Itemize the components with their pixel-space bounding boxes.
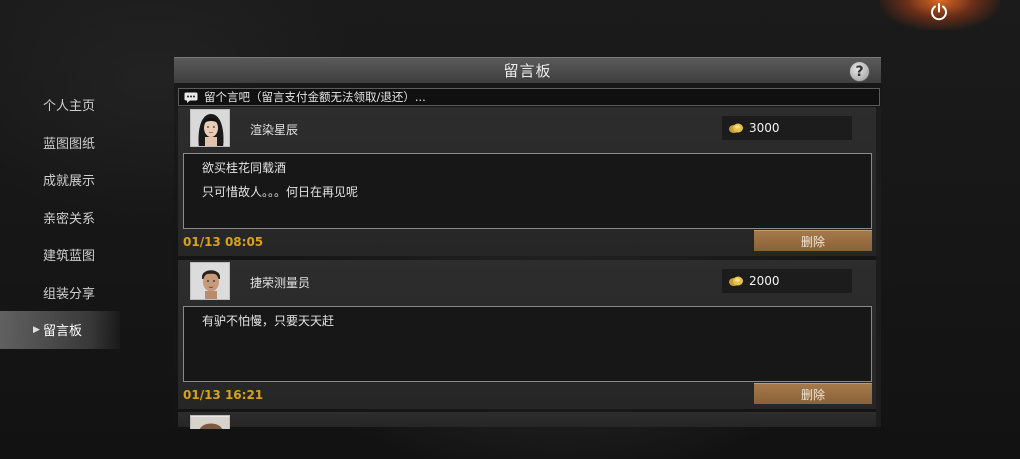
gold-coin-icon [729, 123, 743, 133]
sidebar-item-label: 组装分享 [43, 286, 96, 302]
panel-header: 留言板 ? [174, 57, 881, 83]
sidebar-item-blueprints[interactable]: 蓝图图纸 [0, 124, 120, 162]
sidebar-item-label: 亲密关系 [43, 211, 96, 227]
sidebar-nav: 个人主页 蓝图图纸 成就展示 亲密关系 建筑蓝图 组装分享 ▶ 留言板 [0, 86, 120, 349]
sidebar-item-assembly-share[interactable]: 组装分享 [0, 274, 120, 312]
message-board-panel: 留言板 ? 留个言吧（留言支付金额无法领取/退还）... 渲染星辰 3000 欲… [174, 57, 881, 429]
gold-amount-box: 3000 [722, 116, 852, 140]
compose-placeholder: 留个言吧（留言支付金额无法领取/退还）... [204, 90, 426, 104]
compose-message-input[interactable]: 留个言吧（留言支付金额无法领取/退还）... [178, 88, 880, 106]
power-icon [931, 3, 947, 21]
message-line: 欲买桂花同载酒 [202, 161, 287, 175]
panel-title: 留言板 [503, 62, 552, 80]
sidebar-item-label: 成就展示 [43, 174, 96, 190]
delete-button[interactable]: 删除 [754, 383, 872, 404]
user-avatar[interactable] [190, 415, 230, 429]
sidebar-item-label: 个人主页 [43, 99, 96, 115]
scrollbar-track[interactable] [876, 107, 881, 427]
username: 捷荣测量员 [250, 276, 311, 290]
sidebar-item-label: 留言板 [43, 324, 83, 340]
delete-button[interactable]: 删除 [754, 230, 872, 251]
sidebar-item-achievements[interactable]: 成就展示 [0, 161, 120, 199]
gold-amount: 2000 [749, 274, 780, 288]
message-line: 有驴不怕慢，只要天天赶 [202, 314, 335, 328]
gold-amount: 3000 [749, 121, 780, 135]
caret-right-icon: ▶ [33, 324, 40, 335]
message-timestamp: 01/13 08:05 [183, 235, 264, 249]
message-content: 欲买桂花同载酒 只可惜故人。。。何日在再见呢 [183, 153, 872, 229]
message-content: 有驴不怕慢，只要天天赶 [183, 306, 872, 382]
gold-coin-icon [729, 276, 743, 286]
sidebar-item-label: 蓝图图纸 [43, 136, 96, 152]
game-screen: 个人主页 蓝图图纸 成就展示 亲密关系 建筑蓝图 组装分享 ▶ 留言板 留言板 … [0, 0, 1020, 459]
sidebar-item-label: 建筑蓝图 [43, 249, 96, 265]
message-timestamp: 01/13 16:21 [183, 388, 264, 402]
gold-amount-box: 2000 [722, 269, 852, 293]
sidebar-item-building-blueprints[interactable]: 建筑蓝图 [0, 236, 120, 274]
message-line: 只可惜故人。。。何日在再见呢 [202, 185, 359, 199]
user-avatar[interactable] [190, 262, 230, 300]
sidebar-item-relationships[interactable]: 亲密关系 [0, 199, 120, 237]
help-button[interactable]: ? [849, 61, 870, 82]
sidebar-item-profile[interactable]: 个人主页 [0, 86, 120, 124]
username: 渲染星辰 [250, 123, 299, 137]
sidebar-item-message-board[interactable]: ▶ 留言板 [0, 311, 120, 349]
user-avatar[interactable] [190, 109, 230, 147]
help-icon: ? [855, 63, 864, 80]
message-card: 渲染星辰 3000 欲买桂花同载酒 只可惜故人。。。何日在再见呢 01/13 0… [178, 107, 880, 256]
message-card: 捷荣测量员 2000 有驴不怕慢，只要天天赶 01/13 16:21 删除 [178, 260, 880, 409]
message-card [178, 412, 880, 429]
chat-bubble-icon [184, 92, 198, 103]
power-button[interactable] [926, 0, 952, 24]
